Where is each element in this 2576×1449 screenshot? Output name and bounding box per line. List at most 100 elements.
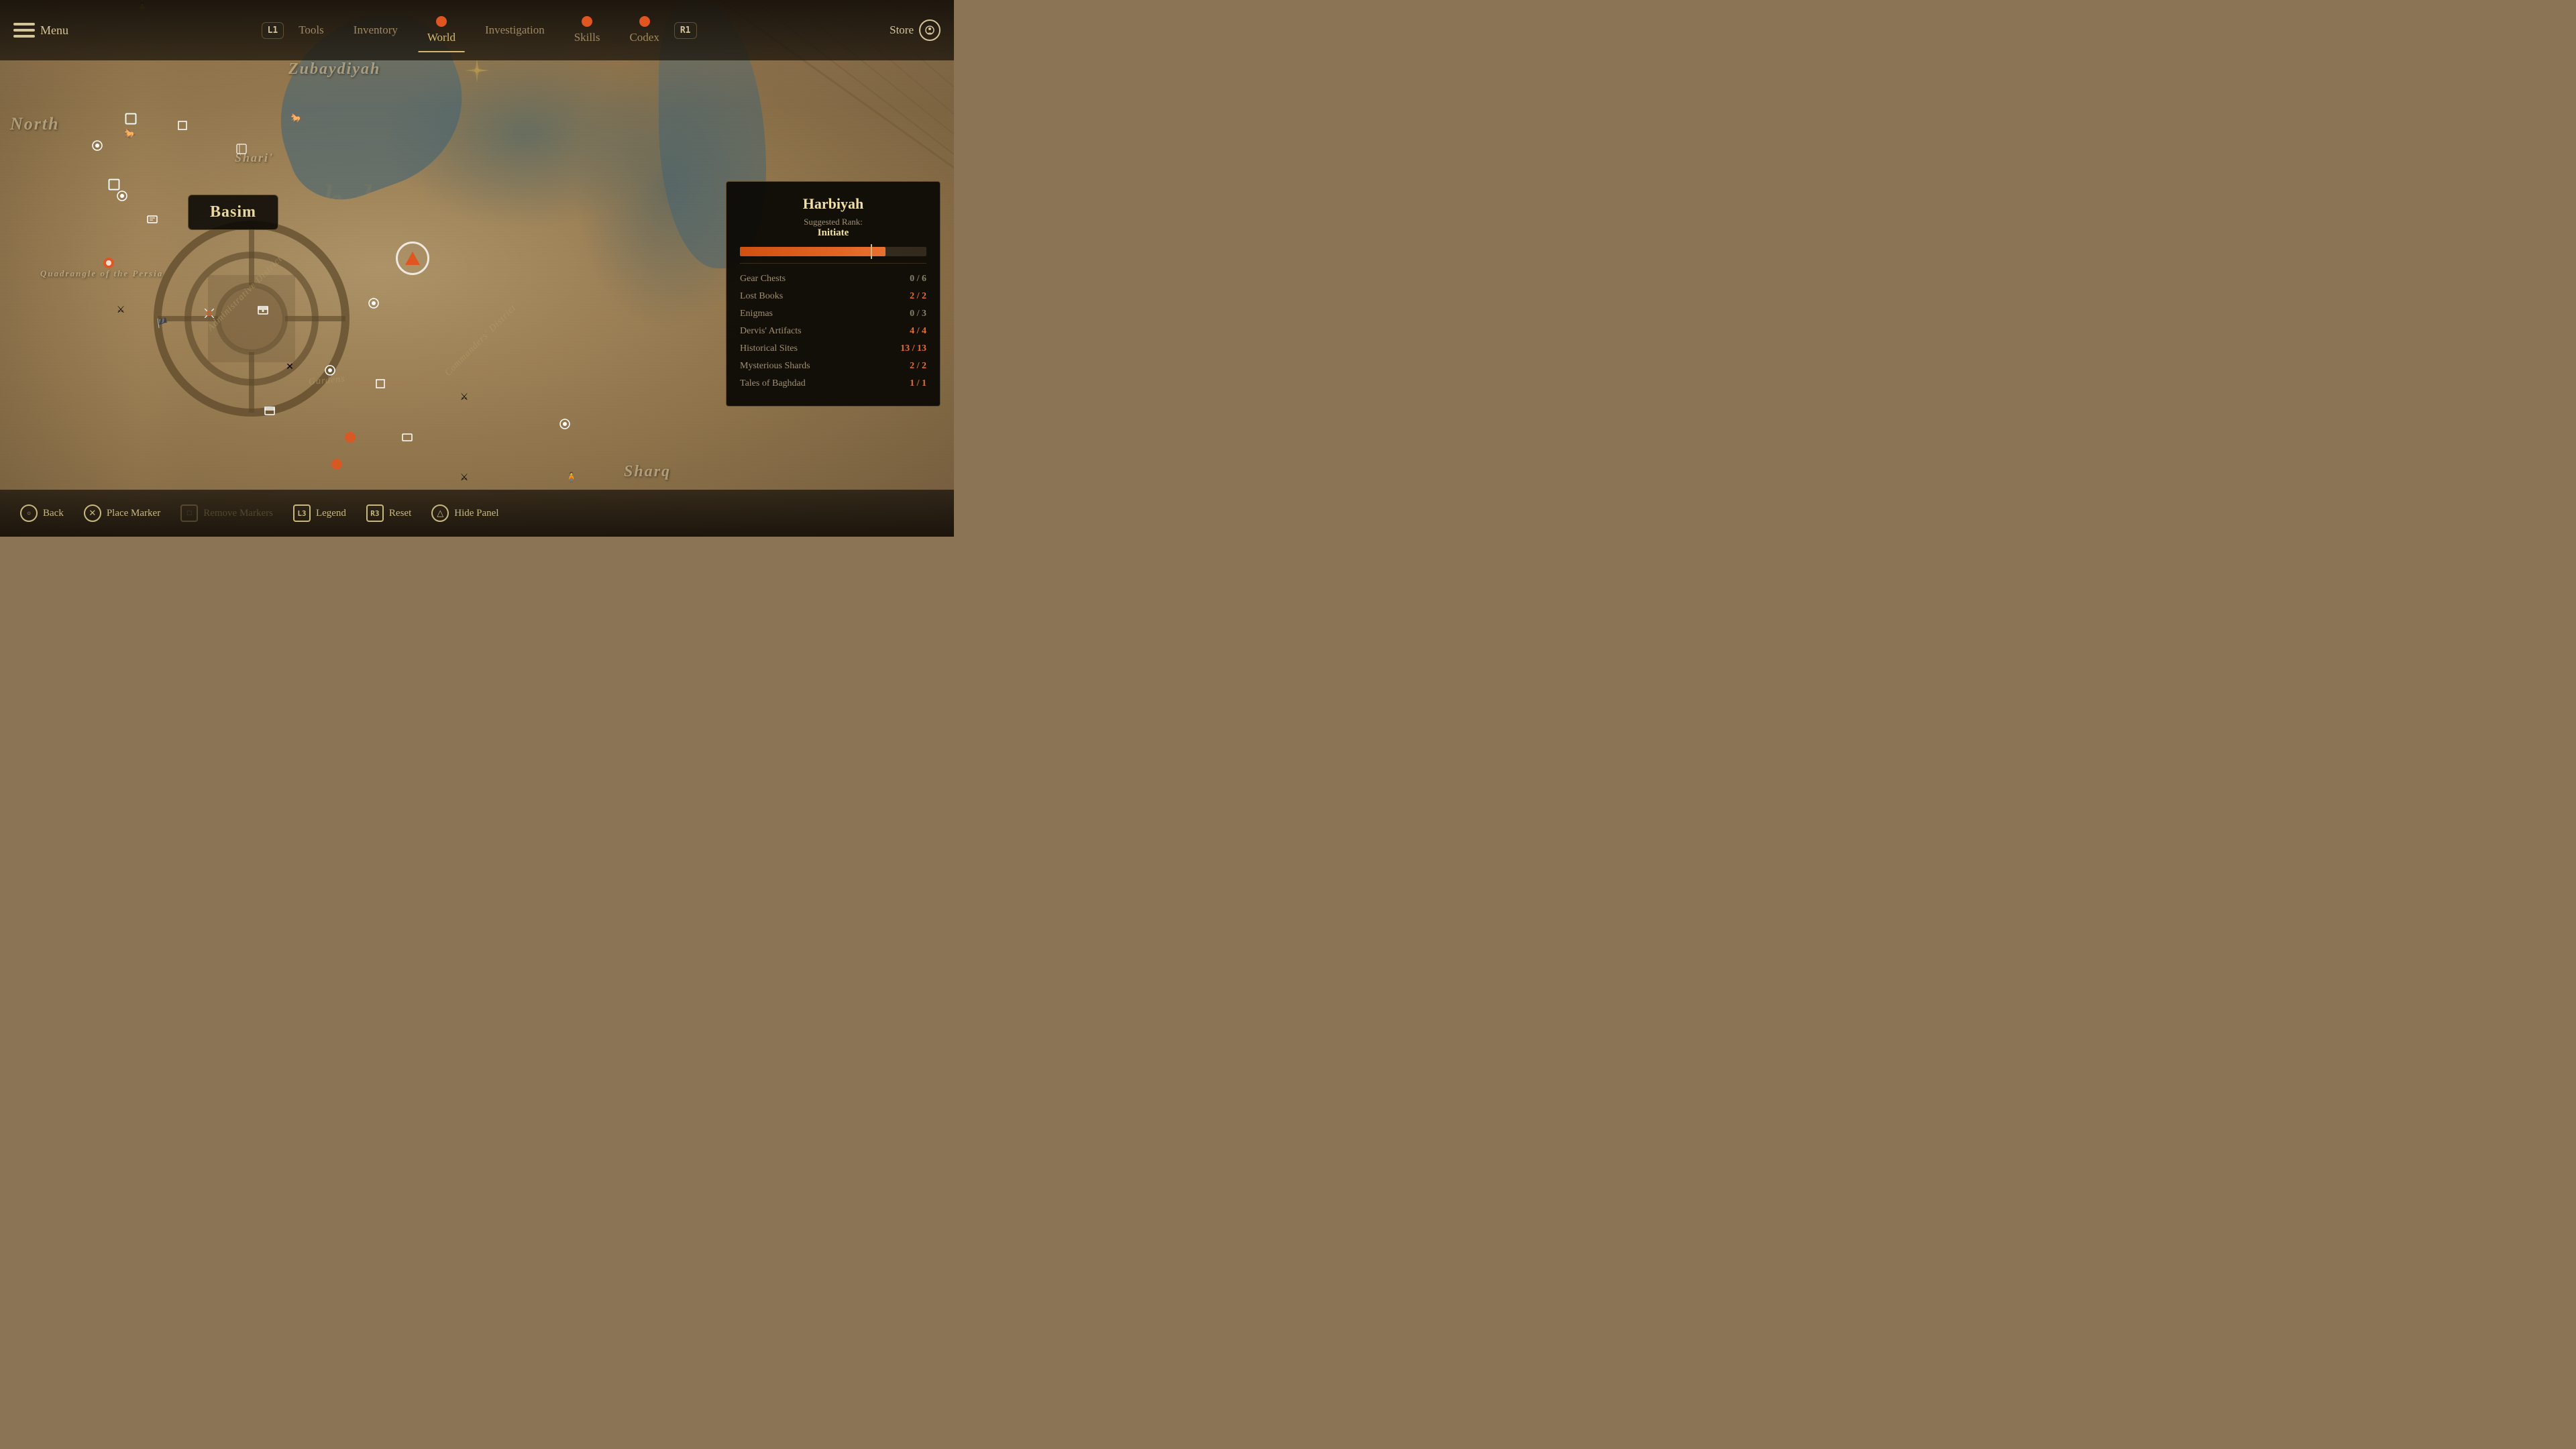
- remove-markers-icon: □: [180, 504, 198, 522]
- nav-center: L1 Tools Inventory World Investigation S…: [68, 11, 890, 50]
- world-alert-icon: [436, 16, 447, 27]
- map-icon-target4: [366, 295, 382, 311]
- map-icon-target5: [557, 416, 573, 432]
- map-icon-orange2: [342, 429, 358, 445]
- stat-value-gear-chests: 0 / 6: [910, 274, 926, 284]
- map-icon-horse: 🐎: [122, 126, 138, 142]
- panel-rank: Initiate: [740, 227, 926, 239]
- map-icon-chest2: [262, 402, 278, 419]
- investigation-label: Investigation: [485, 23, 545, 37]
- map-icon-chest: [255, 302, 271, 318]
- hide-panel-label: Hide Panel: [454, 508, 498, 519]
- back-label: Back: [43, 508, 64, 519]
- map-icon-marker6: [372, 376, 388, 392]
- stat-row-enigmas: Enigmas 0 / 3: [740, 305, 926, 323]
- map-icon-swords: ⚔: [456, 389, 472, 405]
- hide-panel-icon: △: [431, 504, 449, 522]
- panel-divider: [740, 263, 926, 264]
- legend-button[interactable]: L3 Legend: [293, 504, 346, 522]
- map-icon-scroll: [144, 211, 160, 227]
- stat-row-dervis: Dervis' Artifacts 4 / 4: [740, 323, 926, 340]
- panel-title: Harbiyah: [740, 195, 926, 213]
- stat-row-tales: Tales of Baghdad 1 / 1: [740, 375, 926, 392]
- stat-label-historical: Historical Sites: [740, 343, 798, 354]
- map-icon-sword: ✕: [282, 359, 298, 375]
- stat-value-shards: 2 / 2: [910, 361, 926, 372]
- map-icon-tools: ⚔: [456, 470, 472, 486]
- stat-value-dervis: 4 / 4: [910, 326, 926, 337]
- stat-value-lost-books: 2 / 2: [910, 291, 926, 302]
- reset-label: Reset: [389, 508, 411, 519]
- stat-label-dervis: Dervis' Artifacts: [740, 326, 802, 337]
- place-marker-icon: ✕: [84, 504, 101, 522]
- stat-label-lost-books: Lost Books: [740, 291, 783, 302]
- compass-decoration: [464, 57, 490, 84]
- map-icon-sm2: [106, 176, 122, 193]
- player-marker: [396, 241, 429, 275]
- stat-row-gear-chests: Gear Chests 0 / 6: [740, 270, 926, 288]
- store-icon: [919, 19, 941, 41]
- codex-alert-icon: [639, 16, 650, 27]
- stat-value-tales: 1 / 1: [910, 378, 926, 389]
- map-icon-target3: [322, 362, 338, 378]
- store-button[interactable]: Store: [890, 19, 941, 41]
- remove-markers-button[interactable]: □ Remove Markers: [180, 504, 273, 522]
- nav-item-world[interactable]: World: [413, 11, 470, 50]
- map-icon-sm1: [123, 111, 139, 127]
- r1-button[interactable]: R1: [674, 22, 697, 39]
- map-icon-orange3: [329, 456, 345, 472]
- stat-label-shards: Mysterious Shards: [740, 361, 810, 372]
- menu-button[interactable]: Menu: [13, 23, 68, 38]
- back-button[interactable]: ○ Back: [20, 504, 64, 522]
- map-icon-book: [233, 141, 250, 157]
- map-icon-square: [174, 117, 191, 133]
- codex-label: Codex: [629, 31, 659, 44]
- map-icon-target1: [89, 138, 105, 154]
- top-navigation: Menu L1 Tools Inventory World Investigat…: [0, 0, 954, 60]
- nav-item-tools[interactable]: Tools: [284, 18, 339, 42]
- inventory-label: Inventory: [354, 23, 398, 37]
- map-icon-figure2: 🧍: [564, 470, 580, 486]
- stat-row-historical: Historical Sites 13 / 13: [740, 340, 926, 358]
- reset-button-icon: R3: [366, 504, 384, 522]
- hamburger-icon: [13, 23, 35, 38]
- nav-item-inventory[interactable]: Inventory: [339, 18, 413, 42]
- nav-item-codex[interactable]: Codex: [614, 11, 674, 50]
- progress-marker: [871, 244, 872, 259]
- hide-panel-button[interactable]: △ Hide Panel: [431, 504, 498, 522]
- map-icon-orange1: [101, 255, 117, 271]
- progress-bar-fill: [740, 247, 885, 256]
- panel-subtitle: Suggested Rank:: [740, 217, 926, 227]
- nav-item-skills[interactable]: Skills: [559, 11, 615, 50]
- l1-button[interactable]: L1: [262, 22, 284, 39]
- stat-value-enigmas: 0 / 3: [910, 309, 926, 319]
- skills-alert-icon: [582, 16, 592, 27]
- stat-value-historical: 13 / 13: [900, 343, 926, 354]
- map-icon-horse2: 🐎: [288, 111, 305, 127]
- player-marker-triangle: [405, 252, 420, 265]
- back-button-icon: ○: [20, 504, 38, 522]
- player-label: Basim: [188, 195, 278, 230]
- player-marker-circle: [396, 241, 429, 275]
- progress-bar-bg: [740, 247, 926, 256]
- place-marker-button[interactable]: ✕ Place Marker: [84, 504, 160, 522]
- nav-item-investigation[interactable]: Investigation: [470, 18, 559, 42]
- player-name: Basim: [210, 203, 256, 221]
- stat-label-gear-chests: Gear Chests: [740, 274, 786, 284]
- stat-label-tales: Tales of Baghdad: [740, 378, 806, 389]
- stat-row-lost-books: Lost Books 2 / 2: [740, 288, 926, 305]
- tools-label: Tools: [299, 23, 324, 37]
- legend-label: Legend: [316, 508, 346, 519]
- skills-label: Skills: [574, 31, 600, 44]
- store-label: Store: [890, 23, 914, 37]
- bottom-bar: ○ Back ✕ Place Marker □ Remove Markers L…: [0, 490, 954, 537]
- stat-label-enigmas: Enigmas: [740, 309, 773, 319]
- reset-button[interactable]: R3 Reset: [366, 504, 411, 522]
- map-icon-banner: 🏴: [154, 315, 170, 331]
- menu-label: Menu: [40, 23, 68, 38]
- remove-markers-label: Remove Markers: [203, 508, 273, 519]
- progress-bar-container: [740, 247, 926, 256]
- map-icon-scroll2: [399, 429, 415, 445]
- world-label: World: [427, 31, 455, 44]
- legend-button-icon: L3: [293, 504, 311, 522]
